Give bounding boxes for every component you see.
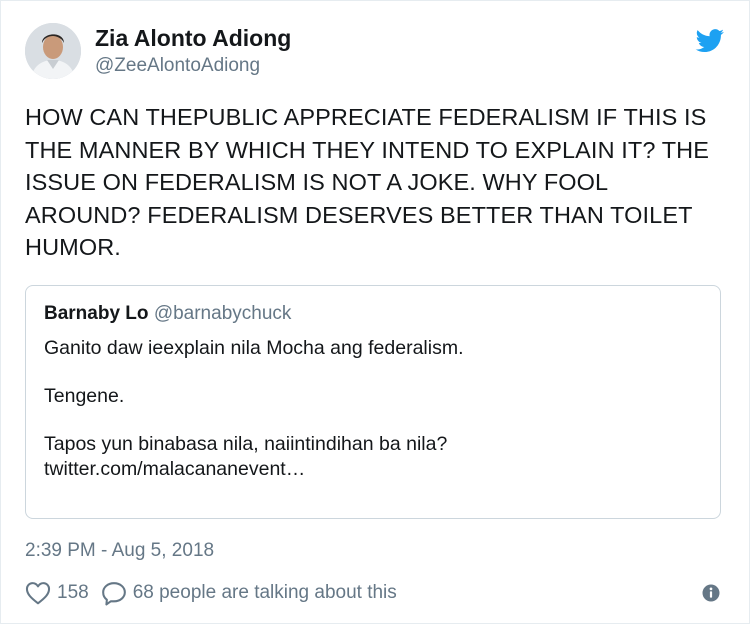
quoted-link[interactable]: twitter.com/malacananevent…	[44, 457, 702, 482]
quoted-text-line: Ganito daw ieexplain nila Mocha ang fede…	[44, 337, 464, 359]
tweet-text: HOW CAN THEPUBLIC APPRECIATE FEDERALISM …	[25, 104, 710, 260]
tweet-timestamp[interactable]: 2:39 PM - Aug 5, 2018	[25, 539, 214, 563]
quoted-tweet-body: Ganito daw ieexplain nila Mocha ang fede…	[44, 336, 702, 482]
info-icon[interactable]	[701, 583, 721, 603]
tweet-header: Zia Alonto Adiong @ZeeAlontoAdiong	[25, 23, 291, 79]
quoted-author-name[interactable]: Barnaby Lo	[44, 303, 149, 324]
quoted-text-spacer	[44, 361, 702, 384]
twitter-bird-icon[interactable]	[695, 29, 725, 53]
like-count: 158	[57, 582, 89, 603]
quoted-tweet-header: Barnaby Lo @barnabychuck	[44, 302, 702, 326]
tweet-actions: 158 68 people are talking about this	[25, 579, 397, 607]
heart-icon	[25, 581, 51, 605]
like-button[interactable]: 158	[25, 581, 89, 605]
author-names: Zia Alonto Adiong @ZeeAlontoAdiong	[95, 24, 291, 78]
speech-bubble-icon	[101, 581, 127, 606]
quoted-tweet[interactable]: Barnaby Lo @barnabychuck Ganito daw ieex…	[25, 285, 721, 519]
quoted-author-handle[interactable]: @barnabychuck	[154, 303, 292, 324]
reply-button[interactable]: 68 people are talking about this	[101, 581, 397, 606]
quoted-text-line: Tapos yun binabasa nila, naiintindihan b…	[44, 433, 448, 455]
author-handle[interactable]: @ZeeAlontoAdiong	[95, 54, 291, 78]
author-display-name[interactable]: Zia Alonto Adiong	[95, 24, 291, 52]
avatar[interactable]	[25, 23, 81, 79]
tweet-card: Zia Alonto Adiong @ZeeAlontoAdiong HOW C…	[0, 0, 750, 624]
quoted-text-spacer	[44, 409, 702, 432]
talking-count: 68 people are talking about this	[132, 582, 397, 603]
quoted-text-line: Tengene.	[44, 385, 125, 407]
